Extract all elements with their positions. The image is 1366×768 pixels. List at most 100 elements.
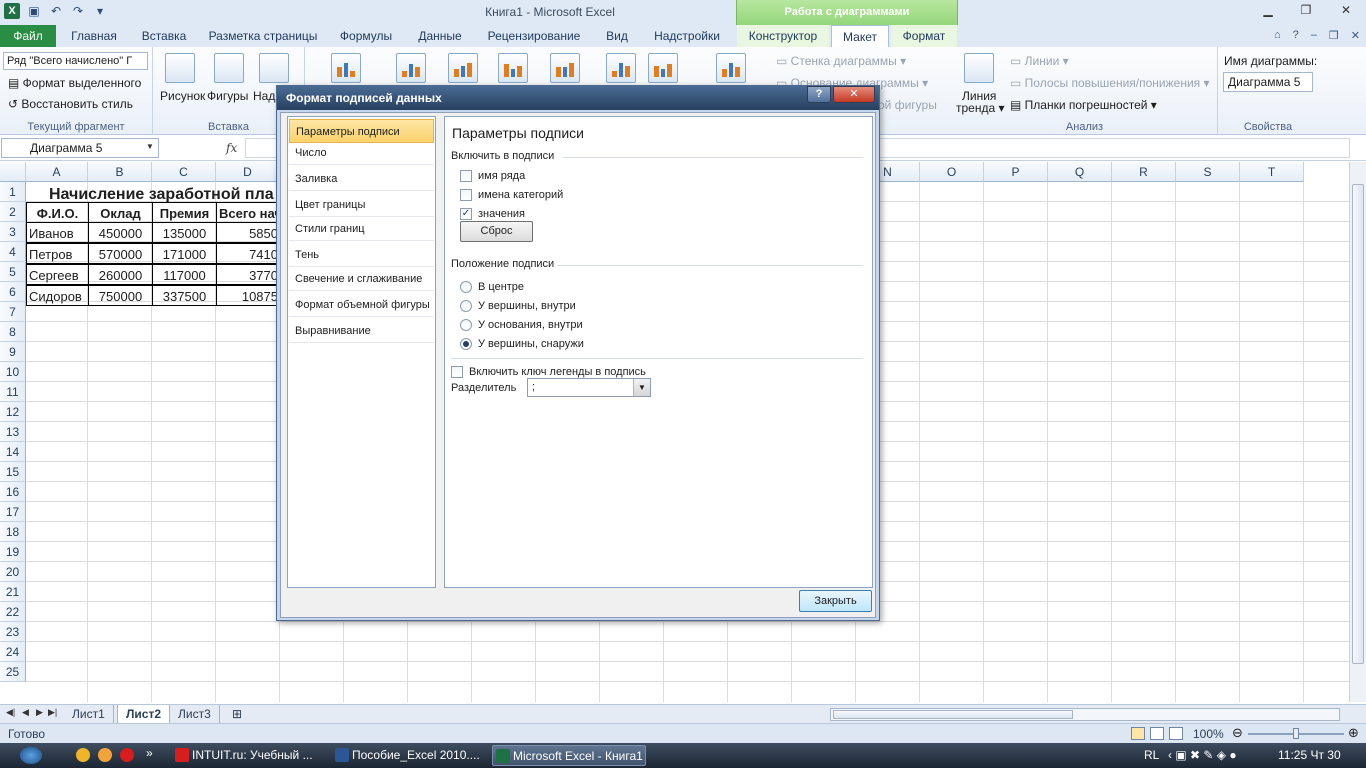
dialog-close-icon[interactable]: ✕ — [833, 86, 875, 103]
vertical-scrollbar[interactable] — [1349, 162, 1366, 702]
row-header-12[interactable]: 12 — [0, 402, 26, 422]
column-header-a[interactable]: A — [26, 162, 88, 182]
column-header-r[interactable]: R — [1112, 162, 1176, 182]
last-sheet-icon[interactable]: ▶| — [48, 707, 57, 718]
table-data-cell[interactable]: Сидоров — [26, 285, 89, 306]
chevron-down-icon[interactable]: ▼ — [633, 379, 650, 396]
table-data-cell[interactable]: 117000 — [152, 264, 217, 285]
textbox-icon[interactable] — [259, 53, 289, 83]
normal-view-icon[interactable] — [1131, 727, 1145, 740]
zoom-level[interactable]: 100% — [1193, 727, 1224, 741]
zoom-slider-knob[interactable] — [1293, 728, 1299, 739]
quicklaunch-icon-2[interactable] — [98, 748, 112, 762]
table-header-cell[interactable]: Всего нач — [216, 202, 281, 223]
nav-item-0[interactable]: Параметры подписи — [289, 119, 434, 143]
category-names-checkbox[interactable] — [460, 189, 472, 201]
row-header-17[interactable]: 17 — [0, 502, 26, 522]
nav-item-7[interactable]: Формат объемной фигуры — [289, 293, 434, 317]
table-data-cell[interactable]: 171000 — [152, 243, 217, 264]
position-inside-end-label[interactable]: У вершины, внутри — [478, 300, 576, 312]
page-layout-view-icon[interactable] — [1150, 727, 1164, 740]
clock[interactable]: 11:25 Чт 30 — [1278, 748, 1341, 762]
table-data-cell[interactable]: 5850 — [216, 222, 281, 243]
workbook-close-icon[interactable]: ✕ — [1351, 29, 1360, 42]
reset-button[interactable]: Сброс — [460, 221, 533, 242]
table-data-cell[interactable]: Сергеев — [26, 264, 89, 285]
picture-icon[interactable] — [165, 53, 195, 83]
row-header-5[interactable]: 5 — [0, 262, 26, 282]
taskbar-item-excel[interactable]: Microsoft Excel - Книга1 — [492, 745, 646, 766]
tab-page-layout[interactable]: Разметка страницы — [202, 25, 324, 47]
data-labels-icon[interactable] — [498, 53, 528, 83]
zoom-in-icon[interactable]: ⊕ — [1348, 725, 1359, 741]
column-header-d[interactable]: D — [216, 162, 280, 182]
dialog-help-icon[interactable]: ? — [807, 86, 831, 103]
table-data-cell[interactable]: 3770 — [216, 264, 281, 285]
column-header-q[interactable]: Q — [1048, 162, 1112, 182]
column-header-o[interactable]: O — [920, 162, 984, 182]
shapes-button[interactable]: Фигуры — [207, 89, 248, 103]
format-selection-button[interactable]: ▤ Формат выделенного — [8, 76, 141, 90]
horizontal-scrollbar[interactable] — [830, 708, 1340, 721]
series-name-checkbox[interactable] — [460, 170, 472, 182]
row-header-11[interactable]: 11 — [0, 382, 26, 402]
table-data-cell[interactable]: 450000 — [88, 222, 153, 243]
lines-button[interactable]: ▭ Линии ▾ — [1010, 54, 1069, 68]
row-header-3[interactable]: 3 — [0, 222, 26, 242]
close-icon[interactable]: ✕ — [1336, 3, 1356, 19]
trendline-icon[interactable] — [964, 53, 994, 83]
position-outside-end-radio[interactable] — [460, 338, 472, 350]
row-header-25[interactable]: 25 — [0, 662, 26, 682]
tab-view[interactable]: Вид — [596, 25, 638, 47]
horizontal-scroll-thumb[interactable] — [833, 710, 1073, 719]
table-header-cell[interactable]: Ф.И.О. — [26, 202, 89, 223]
tab-addins[interactable]: Надстройки — [644, 25, 730, 47]
column-header-c[interactable]: C — [152, 162, 216, 182]
tab-home[interactable]: Главная — [62, 25, 126, 47]
row-header-15[interactable]: 15 — [0, 462, 26, 482]
tray-icons[interactable]: ‹ ▣ ✖ ✎ ◈ ● — [1168, 748, 1237, 762]
vertical-scroll-thumb[interactable] — [1352, 184, 1364, 664]
updown-bars-button[interactable]: ▭ Полосы повышения/понижения ▾ — [1010, 76, 1210, 90]
tab-review[interactable]: Рецензирование — [478, 25, 590, 47]
row-header-2[interactable]: 2 — [0, 202, 26, 222]
position-center-radio[interactable] — [460, 281, 472, 293]
row-header-14[interactable]: 14 — [0, 442, 26, 462]
axis-titles-icon[interactable] — [396, 53, 426, 83]
tab-insert[interactable]: Вставка — [132, 25, 196, 47]
table-data-cell[interactable]: 750000 — [88, 285, 153, 306]
workbook-minimize-icon[interactable]: – — [1311, 29, 1317, 42]
table-data-cell[interactable]: 337500 — [152, 285, 217, 306]
nav-item-2[interactable]: Заливка — [289, 167, 434, 191]
tab-file[interactable]: Файл — [0, 25, 56, 47]
minimize-ribbon-icon[interactable]: ⌂ — [1274, 29, 1281, 42]
row-header-18[interactable]: 18 — [0, 522, 26, 542]
start-button-icon[interactable] — [20, 747, 42, 764]
column-header-p[interactable]: P — [984, 162, 1048, 182]
first-sheet-icon[interactable]: ◀| — [6, 707, 15, 718]
select-all-corner[interactable] — [0, 162, 26, 182]
category-names-label[interactable]: имена категорий — [478, 189, 563, 201]
legend-icon[interactable] — [448, 53, 478, 83]
row-header-6[interactable]: 6 — [0, 282, 26, 302]
shapes-icon[interactable] — [214, 53, 244, 83]
language-indicator[interactable]: RL — [1144, 748, 1159, 762]
values-label[interactable]: значения — [478, 208, 525, 220]
picture-button[interactable]: Рисунок — [160, 89, 205, 103]
error-bars-button[interactable]: ▤ Планки погрешностей ▾ — [1010, 98, 1157, 112]
position-outside-end-label[interactable]: У вершины, снаружи — [478, 338, 584, 350]
tab-design[interactable]: Конструктор — [737, 25, 829, 47]
quicklaunch-icon-1[interactable] — [76, 748, 90, 762]
nav-item-6[interactable]: Свечение и сглаживание — [289, 267, 434, 291]
chart-wall-button[interactable]: ▭ Стенка диаграммы ▾ — [776, 54, 906, 68]
row-header-24[interactable]: 24 — [0, 642, 26, 662]
insert-function-icon[interactable]: fx — [226, 141, 237, 155]
row-header-19[interactable]: 19 — [0, 542, 26, 562]
prev-sheet-icon[interactable]: ◀ — [22, 707, 29, 718]
row-header-23[interactable]: 23 — [0, 622, 26, 642]
row-header-22[interactable]: 22 — [0, 602, 26, 622]
table-header-cell[interactable]: Оклад — [88, 202, 153, 223]
table-data-cell[interactable]: Петров — [26, 243, 89, 264]
restore-icon[interactable]: ❐ — [1296, 3, 1316, 19]
workbook-restore-icon[interactable]: ❐ — [1329, 29, 1339, 42]
